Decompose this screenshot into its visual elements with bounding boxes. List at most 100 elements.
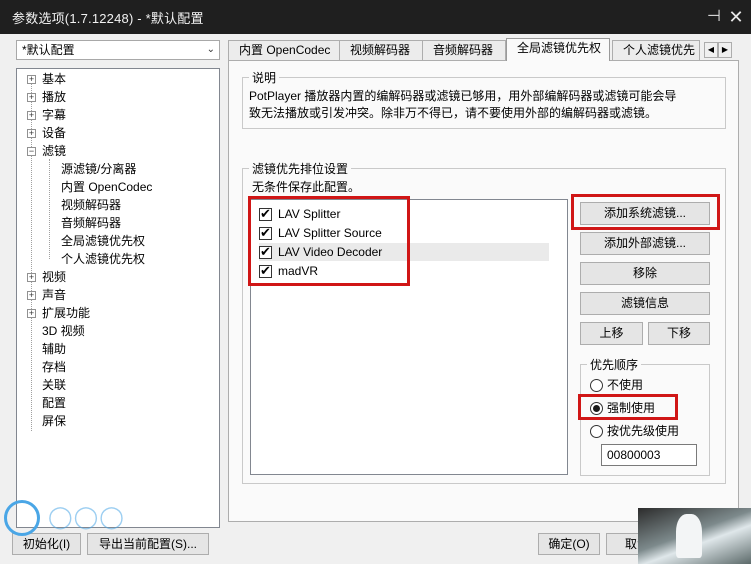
checkbox[interactable]: ✔ — [259, 205, 272, 221]
radio-selected-icon[interactable] — [590, 401, 603, 415]
tree-item-label: 辅助 — [42, 342, 67, 356]
priority-level-input[interactable]: 00800003 — [601, 444, 697, 466]
expand-icon[interactable]: + — [27, 273, 36, 282]
radio-priority-use[interactable]: 按优先级使用 — [590, 422, 679, 440]
remove-button[interactable]: 移除 — [580, 262, 710, 285]
preset-value: *默认配置 — [22, 43, 75, 57]
tree-item-label: 扩展功能 — [42, 306, 91, 320]
tree-item-extensions[interactable]: + 扩展功能 — [27, 304, 91, 322]
tree-item-config[interactable]: 配置 — [42, 394, 66, 412]
description-title: 说明 — [249, 69, 280, 86]
tab-label: 视频解码器 — [350, 43, 411, 57]
tree-item-video-decoder[interactable]: 视频解码器 — [61, 196, 121, 214]
tab-video-decoder[interactable]: 视频解码器 — [339, 40, 423, 60]
export-config-button[interactable]: 导出当前配置(S)... — [87, 533, 209, 555]
tree-item-playback[interactable]: + 播放 — [27, 88, 67, 106]
tab-scroll-right-icon[interactable]: ▶ — [718, 42, 732, 58]
pin-icon[interactable]: ⊣ — [703, 6, 725, 28]
expand-icon[interactable]: + — [27, 75, 36, 84]
move-down-button[interactable]: 下移 — [648, 322, 710, 345]
tab-label: 全局滤镜优先权 — [517, 41, 602, 55]
checkbox[interactable]: ✔ — [259, 243, 272, 259]
tab-opencodec[interactable]: 内置 OpenCodec — [228, 40, 340, 60]
tree-item-assist[interactable]: 辅助 — [42, 340, 66, 358]
tree-item-label: 播放 — [42, 90, 67, 104]
priority-subtitle: 无条件保存此配置。 — [252, 180, 361, 194]
filter-row-lav-splitter[interactable]: ✔ LAV Splitter — [259, 205, 340, 223]
window-title: 参数选项(1.7.12248) - *默认配置 — [12, 10, 204, 26]
tree-item-label: 存档 — [42, 360, 67, 374]
filter-label: madVR — [278, 264, 319, 278]
priority-order-title: 优先顺序 — [587, 356, 642, 373]
chevron-down-icon: ⌄ — [206, 44, 215, 55]
radio-dot — [593, 404, 600, 412]
tab-label: 个人滤镜优先 — [623, 43, 696, 57]
collapse-icon[interactable]: − — [27, 147, 36, 156]
tree-item-device[interactable]: + 设备 — [27, 124, 67, 142]
tree-item-source-filter[interactable]: 源滤镜/分离器 — [61, 160, 136, 178]
radio-label: 强制使用 — [607, 401, 656, 415]
filter-row-lav-video-decoder[interactable]: ✔ LAV Video Decoder — [259, 243, 549, 261]
tree-item-label: 全局滤镜优先权 — [61, 234, 146, 248]
radio-icon[interactable] — [590, 378, 603, 392]
tree-item-audio-decoder[interactable]: 音频解码器 — [61, 214, 121, 232]
tab-scroll-left-icon[interactable]: ◀ — [704, 42, 718, 58]
tree-item-association[interactable]: 关联 — [42, 376, 66, 394]
filter-list[interactable]: ✔ LAV Splitter ✔ LAV Splitter Source ✔ L… — [250, 199, 568, 475]
tab-audio-decoder[interactable]: 音频解码器 — [422, 40, 506, 60]
tree-item-basic[interactable]: + 基本 — [27, 70, 67, 88]
tree-item-personal-filter-priority[interactable]: 个人滤镜优先权 — [61, 250, 145, 268]
tree-item-subtitles[interactable]: + 字幕 — [27, 106, 66, 124]
tree-item-audio[interactable]: + 声音 — [27, 286, 66, 304]
tree-item-opencodec[interactable]: 内置 OpenCodec — [61, 178, 152, 196]
thumbnail-image — [638, 508, 751, 564]
add-system-filter-button[interactable]: 添加系统滤镜... — [580, 202, 710, 225]
tree-item-global-filter-priority[interactable]: 全局滤镜优先权 — [61, 232, 145, 250]
description-line-2: 致无法播放或引发冲突。除非万不得已，请不要使用外部的编解码器或滤镜。 — [249, 106, 658, 120]
tree-item-label: 配置 — [42, 396, 67, 410]
filter-row-madvr[interactable]: ✔ madVR — [259, 262, 318, 280]
expand-icon[interactable]: + — [27, 93, 36, 102]
tab-personal-filter-priority[interactable]: 个人滤镜优先 — [612, 40, 700, 60]
priority-title: 滤镜优先排位设置 — [249, 160, 352, 177]
filter-label: LAV Video Decoder — [278, 245, 383, 259]
tree-item-label: 个人滤镜优先权 — [61, 252, 146, 266]
settings-tree[interactable]: + 基本 + 播放 + 字幕 + 设备 − 滤镜 源滤镜/分离器 内置 OpenCodec… — [16, 68, 220, 528]
close-icon[interactable]: ✕ — [725, 6, 747, 28]
check-icon: ✔ — [260, 262, 271, 278]
radio-not-used[interactable]: 不使用 — [590, 376, 643, 394]
radio-icon[interactable] — [590, 424, 603, 438]
filter-info-button[interactable]: 滤镜信息 — [580, 292, 710, 315]
radio-force-use[interactable]: 强制使用 — [590, 399, 655, 417]
title-bar: 参数选项(1.7.12248) - *默认配置 ⊣ ✕ — [0, 0, 751, 34]
add-external-filter-button[interactable]: 添加外部滤镜... — [580, 232, 710, 255]
tree-item-video[interactable]: + 视频 — [27, 268, 66, 286]
tree-item-screensaver[interactable]: 屏保 — [42, 412, 66, 430]
tab-bar: 内置 OpenCodec 视频解码器 音频解码器 全局滤镜优先权 个人滤镜优先 — [228, 38, 740, 61]
tree-item-3d-video[interactable]: 3D 视频 — [42, 322, 85, 340]
description-line-1: PotPlayer 播放器内置的编解码器或滤镜已够用，用外部编解码器或滤镜可能会… — [249, 89, 677, 103]
filter-label: LAV Splitter Source — [278, 226, 382, 240]
check-icon: ✔ — [260, 205, 271, 221]
radio-label: 按优先级使用 — [607, 424, 680, 438]
tree-item-label: 基本 — [42, 72, 67, 86]
tree-item-label: 音频解码器 — [61, 216, 122, 230]
watermark-graphic: ◯◯◯ — [48, 504, 125, 529]
move-up-button[interactable]: 上移 — [580, 322, 643, 345]
check-icon: ✔ — [260, 243, 271, 259]
expand-icon[interactable]: + — [27, 111, 36, 120]
tab-global-filter-priority[interactable]: 全局滤镜优先权 — [506, 38, 610, 61]
expand-icon[interactable]: + — [27, 129, 36, 138]
filter-row-lav-splitter-source[interactable]: ✔ LAV Splitter Source — [259, 224, 382, 242]
tree-item-filters[interactable]: − 滤镜 — [27, 142, 66, 160]
expand-icon[interactable]: + — [27, 291, 36, 300]
tab-label: 音频解码器 — [433, 43, 494, 57]
checkbox[interactable]: ✔ — [259, 225, 272, 240]
expand-icon[interactable]: + — [27, 309, 36, 318]
init-button[interactable]: 初始化(I) — [12, 533, 81, 555]
checkbox[interactable]: ✔ — [259, 262, 272, 278]
tree-item-archive[interactable]: 存档 — [42, 358, 66, 376]
preset-select[interactable]: *默认配置 ⌄ — [16, 40, 220, 60]
tree-item-label: 设备 — [42, 126, 67, 140]
ok-button[interactable]: 确定(O) — [538, 533, 600, 555]
